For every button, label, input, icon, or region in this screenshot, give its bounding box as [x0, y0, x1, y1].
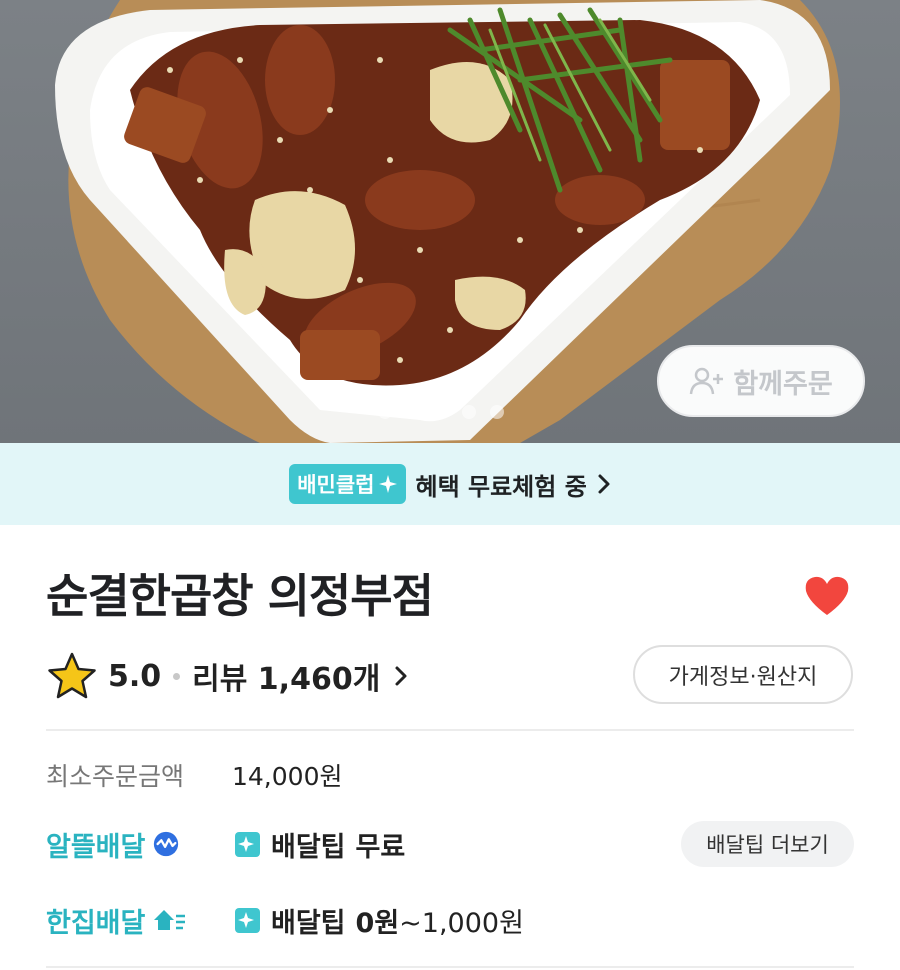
club-badge: 배민클럽 — [289, 464, 406, 504]
add-person-icon — [690, 367, 724, 395]
star-icon — [48, 652, 96, 699]
saver-tip: 배달팁 무료 — [234, 825, 405, 864]
fast-home-icon — [154, 910, 186, 930]
store-info-origin-button[interactable]: 가게정보·원산지 — [633, 645, 853, 704]
club-sparkle-icon — [235, 831, 260, 857]
single-delivery-label: 한집배달 — [46, 907, 146, 939]
single-delivery-type: 한집배달 — [46, 901, 234, 940]
sparkle-icon — [378, 475, 397, 493]
favorite-heart-icon[interactable] — [804, 575, 850, 617]
saver-tip-label: 배달팁 — [271, 831, 346, 863]
min-order-value: 14,000원 — [232, 762, 343, 791]
group-order-label: 함께주문 — [733, 368, 833, 400]
divider — [46, 966, 854, 968]
min-order-row: 최소주문금액 14,000원 — [46, 755, 342, 795]
store-name: 순결한곱창 의정부점 — [46, 569, 434, 623]
carousel-indicator — [378, 405, 504, 419]
review-link[interactable]: 리뷰 1,460개 — [192, 654, 408, 698]
min-order-label: 최소주문금액 — [46, 762, 185, 791]
carousel-dot[interactable] — [462, 405, 476, 419]
chevron-right-icon — [598, 474, 610, 494]
single-tip-range: ~1,000원 — [399, 907, 524, 939]
club-badge-label: 배민클럽 — [297, 473, 375, 497]
store-photo-carousel[interactable]: 함께주문 — [0, 0, 900, 443]
saver-delivery-row: 알뜰배달 배달팁 무료 — [46, 820, 405, 868]
club-sparkle-icon — [235, 907, 260, 933]
club-benefit-banner[interactable]: 배민클럽 혜택 무료체험 중 — [0, 443, 900, 525]
saver-tip-value: 무료 — [355, 831, 406, 863]
review-count: 리뷰 1,460개 — [192, 662, 381, 697]
chevron-right-icon — [395, 666, 407, 686]
single-tip-label: 배달팁 — [271, 907, 346, 939]
rating-row: 5.0 리뷰 1,460개 — [46, 648, 408, 704]
saver-wave-icon — [154, 831, 179, 857]
separator-dot — [173, 672, 181, 680]
group-order-button[interactable]: 함께주문 — [657, 345, 865, 417]
single-tip: 배달팁 0원~1,000원 — [234, 901, 524, 940]
rating-value: 5.0 — [108, 658, 162, 694]
divider — [46, 729, 854, 731]
single-delivery-row: 한집배달 배달팁 0원~1,000원 — [46, 896, 524, 944]
saver-delivery-type: 알뜰배달 — [46, 825, 234, 864]
saver-delivery-label: 알뜰배달 — [46, 831, 146, 863]
carousel-dot-active[interactable] — [434, 405, 448, 419]
carousel-dot[interactable] — [490, 405, 504, 419]
carousel-dot[interactable] — [406, 405, 420, 419]
carousel-dot[interactable] — [378, 405, 392, 419]
single-tip-value: 0원 — [355, 907, 400, 939]
club-banner-text: 혜택 무료체험 중 — [415, 472, 587, 501]
delivery-tip-more-button[interactable]: 배달팁 더보기 — [681, 821, 854, 867]
